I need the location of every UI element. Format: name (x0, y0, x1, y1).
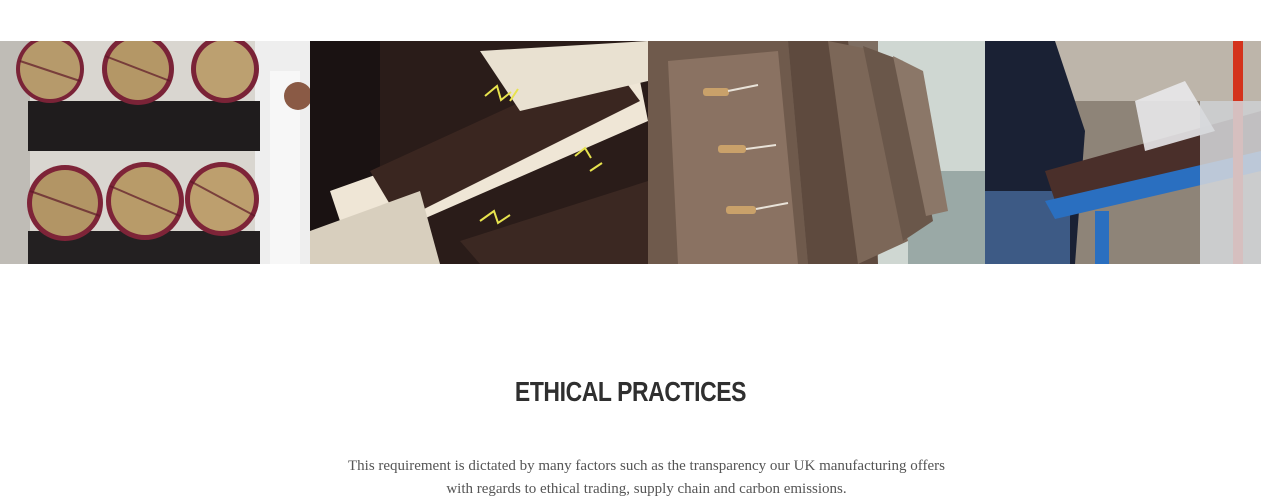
section-body-text: This requirement is dictated by many fac… (347, 458, 946, 497)
tagged-cloth-photo (310, 41, 648, 264)
garment-inspection-photo (985, 41, 1261, 264)
fabric-rolls-photo (0, 41, 310, 264)
page: ETHICAL PRACTICES This requirement is di… (0, 0, 1261, 504)
section-title: ETHICAL PRACTICES (514, 376, 747, 407)
duffle-coats-photo (648, 41, 985, 264)
photo-gallery (0, 41, 1261, 264)
